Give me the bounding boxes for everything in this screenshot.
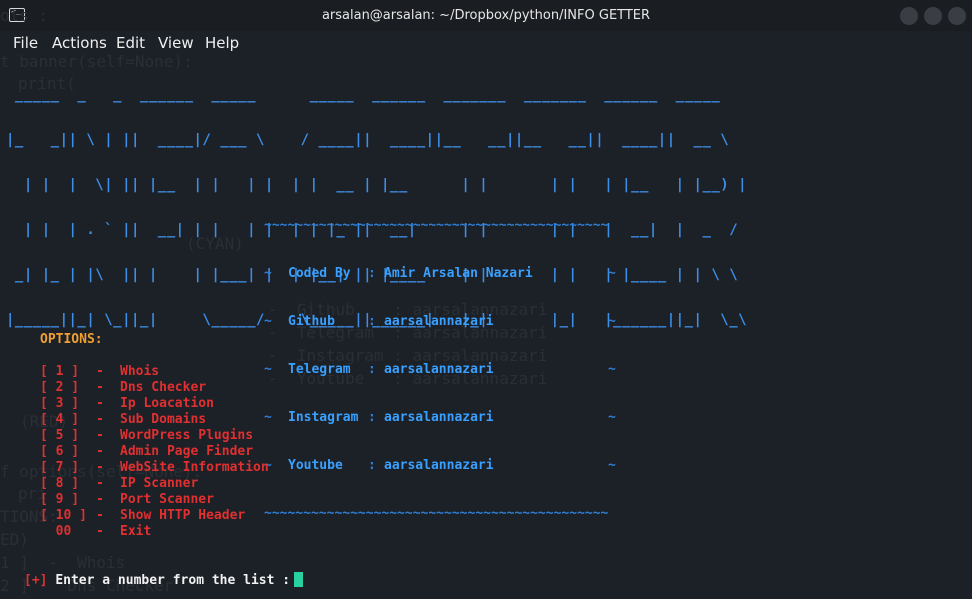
info-row: ~ Github: aarsalannazari ~: [264, 314, 616, 329]
info-value: aarsalannazari: [384, 458, 494, 473]
info-row: ~ Instagram: aarsalannazari ~: [264, 410, 616, 425]
menu-help[interactable]: Help: [205, 34, 239, 52]
author-info-block: ~~~~~~~~~~~~~~~~~~~~~~~~~~~~~~~~~~~~~~~~…: [264, 186, 616, 554]
info-row: ~ Coded By: Amir Arsalan Nazari ~: [264, 266, 616, 281]
option-number: [ 5 ]: [40, 428, 80, 443]
prompt-marker: [+]: [24, 573, 48, 588]
input-prompt[interactable]: [+] Enter a number from the list :: [24, 572, 304, 588]
option-number: [ 1 ]: [40, 364, 80, 379]
option-label: IP Scanner: [120, 476, 199, 491]
info-rule: ~~~~~~~~~~~~~~~~~~~~~~~~~~~~~~~~~~~~~~~~…: [264, 506, 609, 521]
ghost-text: 1 ] - Whois: [0, 553, 126, 572]
ghost-text: ols :: [0, 6, 49, 25]
info-label: Youtube: [288, 458, 343, 473]
info-label: Instagram: [288, 410, 359, 425]
info-value: aarsalannazari: [384, 362, 494, 377]
option-number: [ 3 ]: [40, 396, 80, 411]
banner-line: _____ _ _ ______ _____ _____ ______ ____…: [6, 87, 730, 103]
terminal-window: arsalan@arsalan: ~/Dropbox/python/INFO G…: [0, 0, 972, 599]
ghost-text: ED): [0, 530, 29, 549]
option-number: [ 10 ]: [40, 508, 87, 523]
title-bar: arsalan@arsalan: ~/Dropbox/python/INFO G…: [0, 0, 972, 31]
option-label: WordPress Plugins: [120, 428, 254, 443]
info-row: ~ Telegram: aarsalannazari ~: [264, 362, 616, 377]
menu-actions[interactable]: Actions: [52, 34, 107, 52]
maximize-button[interactable]: [924, 7, 942, 25]
close-button[interactable]: [948, 7, 966, 25]
menu-view[interactable]: View: [158, 34, 194, 52]
menu-file[interactable]: File: [13, 34, 38, 52]
option-number: [ 9 ]: [40, 492, 80, 507]
option-number: [ 7 ]: [40, 460, 80, 475]
option-label: WebSite Information: [120, 460, 269, 475]
options-title: OPTIONS:: [40, 332, 103, 347]
option-label: Whois: [120, 364, 160, 379]
info-value: aarsalannazari: [384, 314, 494, 329]
option-label: Sub Domains: [120, 412, 207, 427]
option-label: Admin Page Finder: [120, 444, 254, 459]
info-label: Github: [288, 314, 335, 329]
window-title: arsalan@arsalan: ~/Dropbox/python/INFO G…: [321, 8, 651, 23]
banner-line: |_ _|| \ | || ____|/ ___ \ / ____|| ____…: [6, 132, 730, 148]
option-number: [ 4 ]: [40, 412, 80, 427]
info-value: Amir Arsalan Nazari: [384, 266, 533, 281]
option-label: Show HTTP Header: [120, 508, 246, 523]
option-number: 00: [40, 524, 72, 539]
option-label: Port Scanner: [120, 492, 214, 507]
minimize-button[interactable]: [900, 7, 918, 25]
option-label: Exit: [120, 524, 152, 539]
option-number: [ 2 ]: [40, 380, 80, 395]
option-number: [ 6 ]: [40, 444, 80, 459]
info-label: Coded By: [288, 266, 351, 281]
text-cursor[interactable]: [294, 572, 304, 587]
info-value: aarsalannazari: [384, 410, 494, 425]
info-label: Telegram: [288, 362, 351, 377]
option-label: Ip Loacation: [120, 396, 214, 411]
info-row: ~ Youtube: aarsalannazari ~: [264, 458, 616, 473]
info-rule: ~~~~~~~~~~~~~~~~~~~~~~~~~~~~~~~~~~~~~~~~…: [264, 218, 609, 233]
option-number: [ 8 ]: [40, 476, 80, 491]
option-label: Dns Checker: [120, 380, 207, 395]
prompt-text: Enter a number from the list :: [55, 573, 291, 588]
menu-edit[interactable]: Edit: [116, 34, 145, 52]
